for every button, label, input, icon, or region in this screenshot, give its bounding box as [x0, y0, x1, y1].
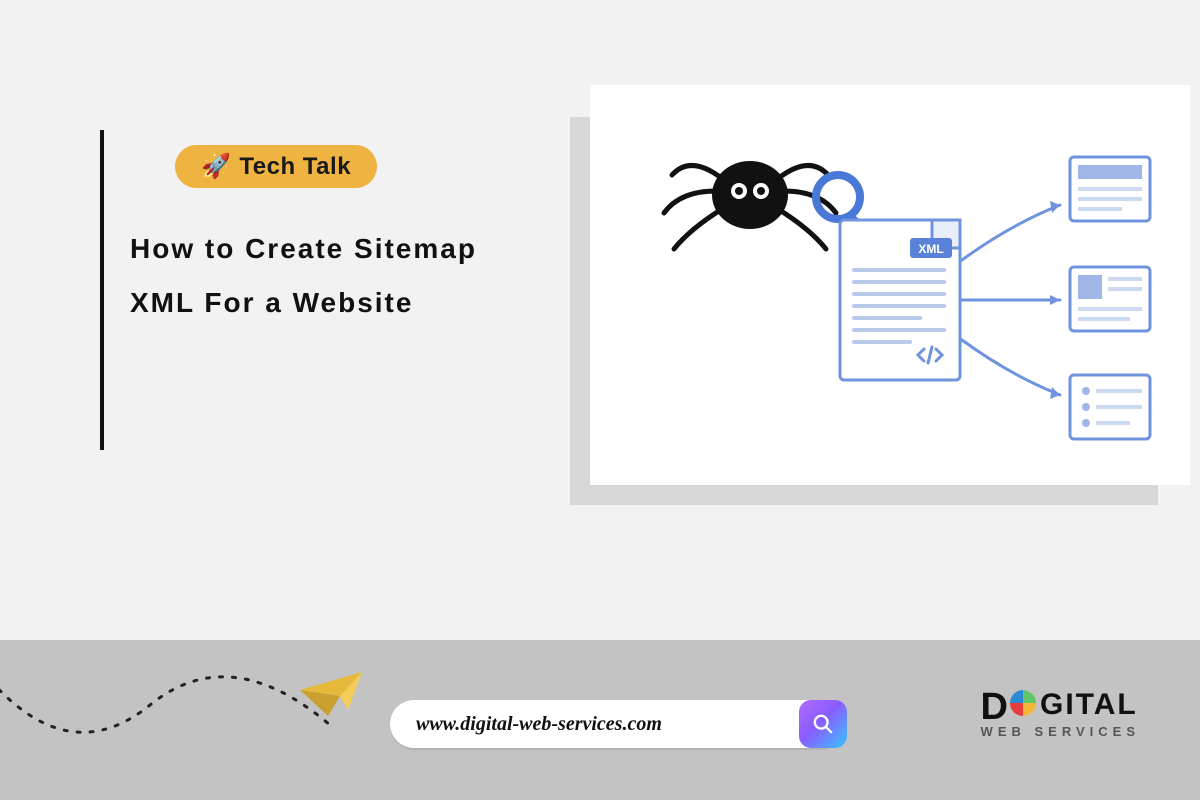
badge-label: Tech Talk	[239, 153, 351, 181]
brand-logo: D GITAL WEB SERVICES	[981, 688, 1140, 739]
brand-first-letter: D	[981, 692, 1008, 722]
search-button[interactable]	[799, 700, 847, 748]
headline-line-1: How to Create Sitemap	[130, 233, 530, 265]
site-url: www.digital-web-services.com	[416, 713, 799, 736]
brand-rest: GITAL	[1040, 688, 1138, 722]
rocket-icon: 🚀	[201, 152, 231, 181]
sitemap-illustration: XML	[590, 85, 1190, 485]
svg-text:XML: XML	[918, 242, 943, 256]
headline: How to Create Sitemap XML For a Website	[130, 215, 530, 341]
category-badge: 🚀 Tech Talk	[175, 145, 377, 188]
brand-swirl-icon	[1010, 690, 1036, 716]
vertical-divider	[100, 130, 104, 450]
footer-bar: www.digital-web-services.com D GITAL WEB…	[0, 640, 1200, 800]
hero-panel: 🚀 Tech Talk How to Create Sitemap XML Fo…	[0, 0, 1200, 640]
illustration-card: XML	[590, 85, 1190, 485]
paper-plane-icon	[300, 670, 370, 720]
search-icon	[812, 713, 834, 735]
headline-line-2: XML For a Website	[130, 287, 530, 319]
url-bar: www.digital-web-services.com	[390, 700, 845, 748]
